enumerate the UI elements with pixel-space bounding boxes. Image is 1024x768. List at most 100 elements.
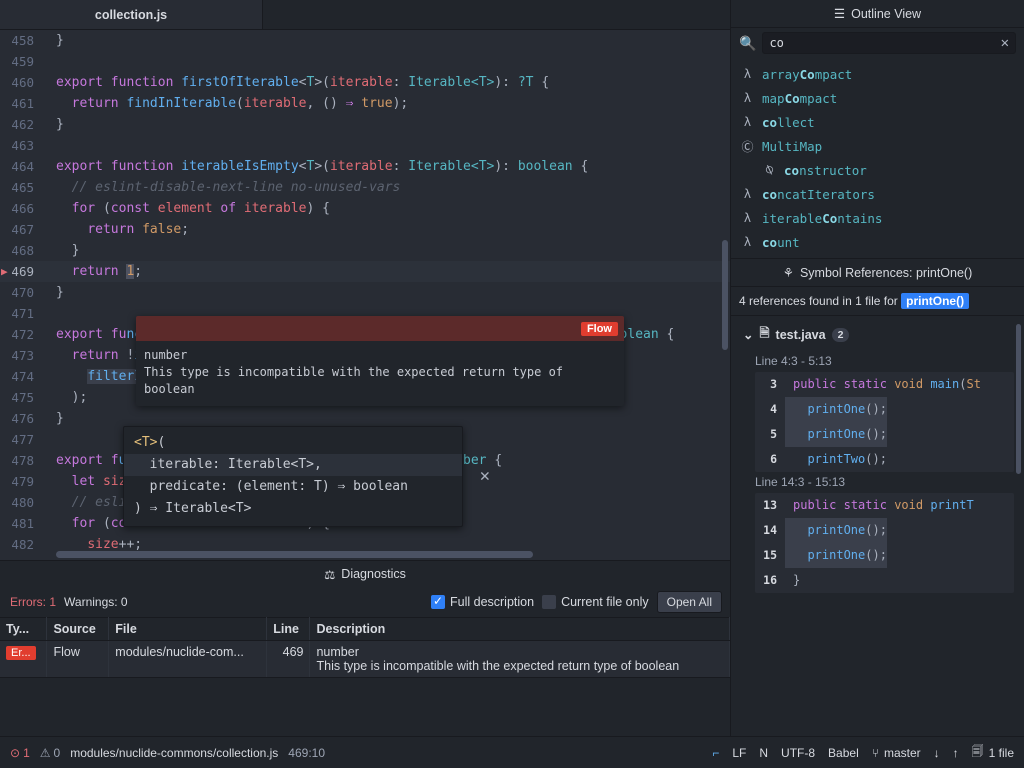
line-number[interactable]: 464 [0, 156, 44, 177]
status-pull-icon-wrap[interactable]: ↓ [934, 746, 940, 760]
code-line: 458} [0, 30, 730, 51]
diagnostics-column-header[interactable]: Description [309, 617, 730, 641]
editor-vertical-scrollbar[interactable] [722, 240, 728, 350]
outline-item[interactable]: Ⓒ MultiMap [731, 134, 1024, 158]
line-number[interactable]: 471 [0, 303, 44, 324]
snippet-line: 16} [755, 568, 1014, 593]
line-number[interactable]: 470 [0, 282, 44, 303]
signal-icon[interactable]: ⌐ [712, 746, 719, 760]
status-file-path[interactable]: modules/nuclide-commons/collection.js [70, 746, 278, 760]
line-number[interactable]: 465 [0, 177, 44, 198]
flow-badge: Flow [580, 321, 618, 336]
line-content: for (const element of iterable) { [71, 201, 330, 216]
code-line: 468 } [0, 240, 730, 261]
editor-column: collection.js 458} 459 460 export function … [0, 0, 730, 736]
open-all-button[interactable]: Open All [656, 591, 722, 613]
outline-item-label: mapCompact [762, 90, 838, 106]
outline-item[interactable]: λ iterableContains [731, 206, 1024, 230]
line-number[interactable]: 463 [0, 135, 44, 156]
tab-bar-empty-space [263, 0, 730, 29]
outline-item[interactable]: λ count [731, 230, 1024, 254]
errors-count: Errors: 1 [10, 595, 57, 609]
current-file-only-checkbox[interactable]: Current file only [542, 595, 649, 609]
status-encoding-n[interactable]: N [759, 746, 768, 760]
file-icon: 🗎 [759, 326, 770, 340]
snippet-line: 14 printOne(); [755, 518, 1014, 543]
line-content: } [56, 411, 64, 426]
diagnostic-line: 469 [266, 640, 311, 678]
symbol-references-results: ⌄ 🗎 test.java 2 Line 4:3 - 5:13 3 public s… [731, 316, 1024, 736]
datatip-type: number [144, 348, 188, 362]
snippet-line-content: printOne(); [785, 543, 887, 568]
line-number[interactable]: 478 [0, 450, 44, 471]
horizontal-scrollbar-thumb[interactable] [56, 551, 533, 558]
flow-datatip[interactable]: Flow number This type is incompatible wi… [136, 316, 624, 406]
outline-item[interactable]: λ mapCompact [731, 86, 1024, 110]
snippet-line-number: 15 [763, 548, 777, 562]
checkbox-checked-icon[interactable] [431, 593, 445, 609]
line-number[interactable]: 460 [0, 72, 44, 93]
status-cursor-position[interactable]: 469:10 [288, 746, 325, 760]
line-number[interactable]: 477 [0, 429, 44, 450]
line-number[interactable]: 458 [0, 30, 44, 51]
outline-item-label: concatIterators [762, 186, 875, 202]
result-snippet[interactable]: 13 public static void printT 14 printOne()… [755, 493, 1014, 593]
line-number[interactable]: 459 [0, 51, 44, 72]
outline-search-input[interactable]: co ✕ [762, 32, 1016, 54]
line-number[interactable]: 474 [0, 366, 44, 387]
status-warning-count[interactable]: ⚠ 0 [40, 746, 60, 760]
line-number[interactable]: 482 [0, 534, 44, 555]
results-scrollbar[interactable] [1016, 324, 1021, 474]
line-number[interactable]: 468 [0, 240, 44, 261]
chevron-down-icon[interactable]: ⌄ [743, 327, 753, 342]
status-error-value: 1 [23, 745, 30, 760]
diagnostics-column-header[interactable]: Source [46, 617, 110, 641]
outline-item[interactable]: ⍉ constructor [731, 158, 1024, 182]
status-push-icon-wrap[interactable]: ↑ [953, 746, 959, 760]
status-error-count[interactable]: ⊙ 1 [10, 746, 30, 760]
line-number[interactable]: 480 [0, 492, 44, 513]
diagnostics-title-label: Diagnostics [341, 567, 406, 581]
diagnostics-column-header[interactable]: Line [266, 617, 311, 641]
line-number[interactable]: 461 [0, 93, 44, 114]
lambda-icon: λ [743, 235, 752, 249]
status-grammar[interactable]: Babel [828, 746, 859, 760]
code-editor[interactable]: 458} 459 460 export function firstOfIterabl… [0, 30, 730, 560]
table-row[interactable]: Er... Flow modules/nuclide-com... 469 number… [0, 640, 730, 678]
snippet-line: 4 printOne(); [755, 397, 1014, 422]
line-number[interactable]: 481 [0, 513, 44, 534]
code-line: 467 return false; [0, 219, 730, 240]
status-encoding[interactable]: UTF-8 [781, 746, 815, 760]
result-line-range: Line 4:3 - 5:13 [755, 354, 832, 368]
line-content: } [71, 243, 80, 258]
line-number[interactable]: 475 [0, 387, 44, 408]
status-branch[interactable]: ⑂ master [872, 746, 921, 760]
line-number[interactable]: 466 [0, 198, 44, 219]
checkbox-unchecked-icon[interactable] [542, 595, 557, 609]
tab-collection-js[interactable]: collection.js [0, 0, 263, 29]
status-line-ending[interactable]: LF [732, 746, 746, 760]
outline-item[interactable]: λ collect [731, 110, 1024, 134]
line-number[interactable]: 462 [0, 114, 44, 135]
result-snippet[interactable]: 3 public static void main(St 4 printOne();… [755, 372, 1014, 472]
full-description-checkbox[interactable]: Full description [431, 593, 534, 609]
datatip-body: number This type is incompatible with th… [136, 341, 624, 406]
line-number[interactable]: 476 [0, 408, 44, 429]
close-icon[interactable]: ✕ [1001, 35, 1009, 51]
line-number[interactable]: 473 [0, 345, 44, 366]
line-number[interactable]: 467 [0, 219, 44, 240]
outline-item[interactable]: λ concatIterators [731, 182, 1024, 206]
result-file-row[interactable]: ⌄ 🗎 test.java 2 [731, 322, 1024, 351]
close-icon[interactable]: ✕ [480, 465, 490, 487]
snippet-line-number: 3 [770, 377, 777, 391]
line-number[interactable]: 472 [0, 324, 44, 345]
signature-help-popup[interactable]: <T>( iterable: Iterable<T>, predicate: (… [123, 426, 490, 527]
diagnostic-description-detail: This type is incompatible with the expec… [316, 659, 680, 673]
outline-item[interactable]: λ arrayCompact [731, 62, 1024, 86]
status-files-changed[interactable]: 🗐 1 file [972, 742, 1014, 763]
editor-horizontal-scrollbar[interactable] [56, 551, 718, 558]
diagnostics-column-header[interactable]: File [108, 617, 268, 641]
constructor-icon: ⍉ [765, 163, 774, 177]
diagnostics-column-header[interactable]: Ty... [0, 617, 48, 641]
line-number[interactable]: 479 [0, 471, 44, 492]
